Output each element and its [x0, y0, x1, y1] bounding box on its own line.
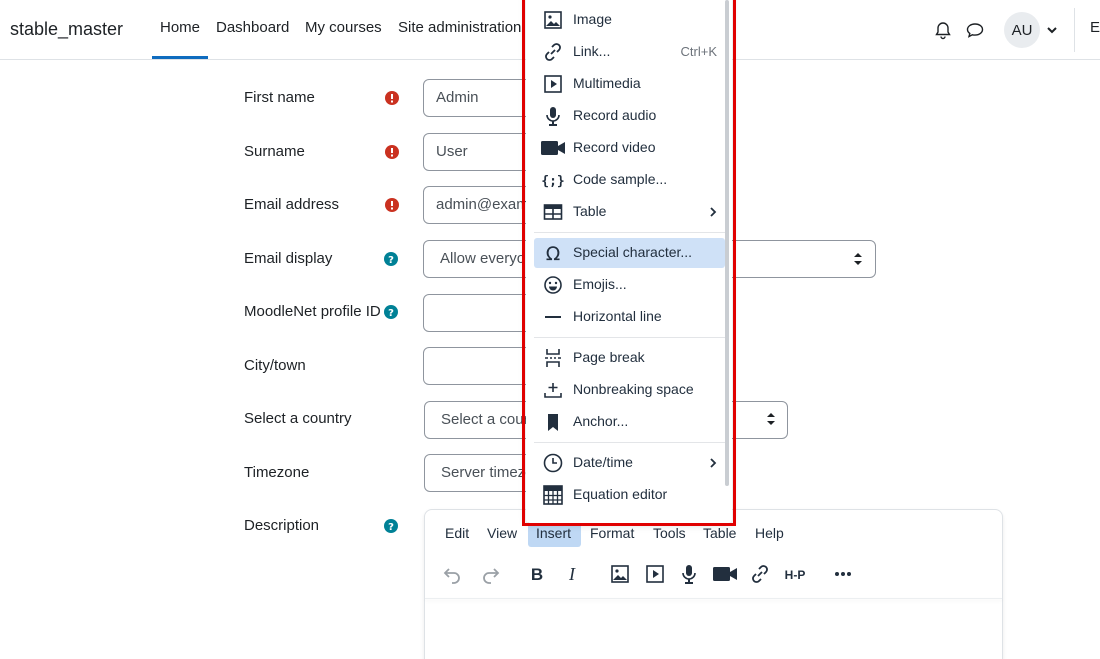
email-input[interactable]: admin@exam: [423, 186, 533, 224]
email-display-label: Email display: [244, 250, 333, 267]
country-label: Select a country: [244, 410, 352, 427]
editor-toolbar-divider: [425, 598, 1002, 599]
nav-home[interactable]: Home: [160, 19, 200, 36]
first-name-input[interactable]: Admin: [423, 79, 533, 117]
messages-icon[interactable]: [965, 20, 985, 40]
timezone-label: Timezone: [244, 464, 310, 481]
menubar-help[interactable]: Help: [755, 525, 784, 547]
video-camera-icon[interactable]: [712, 563, 738, 585]
svg-text:I: I: [568, 564, 576, 584]
moodlenet-input[interactable]: [423, 294, 533, 332]
svg-text:?: ?: [388, 308, 394, 319]
user-avatar[interactable]: AU: [1004, 12, 1040, 48]
nav-active-indicator: [152, 56, 208, 59]
select-arrows-icon: [854, 253, 862, 265]
undo-icon[interactable]: [442, 563, 464, 585]
media-icon[interactable]: [644, 563, 666, 585]
italic-icon[interactable]: I: [561, 563, 583, 585]
edit-mode-label[interactable]: E: [1090, 19, 1100, 36]
bold-icon[interactable]: B: [526, 563, 548, 585]
svg-text:H-P: H-P: [785, 568, 806, 582]
first-name-label: First name: [244, 89, 315, 106]
svg-text:?: ?: [388, 522, 394, 533]
link-icon[interactable]: [749, 563, 771, 585]
menubar-insert[interactable]: Insert: [536, 525, 571, 547]
email-label: Email address: [244, 196, 340, 213]
svg-text:B: B: [531, 565, 543, 584]
timezone-select[interactable]: Server timezo: [424, 454, 534, 492]
menubar-tools[interactable]: Tools: [653, 525, 686, 547]
help-icon[interactable]: ?: [384, 305, 398, 319]
site-brand[interactable]: stable_master: [10, 19, 123, 40]
nav-dashboard[interactable]: Dashboard: [216, 19, 289, 36]
image-icon[interactable]: [609, 563, 631, 585]
city-input[interactable]: [423, 347, 533, 385]
notification-bell-icon[interactable]: [933, 20, 953, 40]
surname-input[interactable]: User: [423, 133, 533, 171]
more-icon[interactable]: [832, 563, 854, 585]
microphone-icon[interactable]: [678, 563, 700, 585]
help-icon[interactable]: ?: [384, 252, 398, 266]
nav-site-administration[interactable]: Site administration: [398, 19, 521, 36]
select-arrows-icon: [767, 413, 775, 425]
help-icon[interactable]: ?: [384, 519, 398, 533]
menubar-edit[interactable]: Edit: [445, 525, 469, 547]
chevron-down-icon[interactable]: [1046, 24, 1058, 36]
nav-my-courses[interactable]: My courses: [305, 19, 382, 36]
h5p-icon[interactable]: H-P: [782, 563, 808, 585]
required-icon: [385, 198, 399, 212]
nav-divider: [1074, 8, 1075, 52]
required-icon: [385, 91, 399, 105]
surname-label: Surname: [244, 143, 305, 160]
menubar-format[interactable]: Format: [590, 525, 634, 547]
required-icon: [385, 145, 399, 159]
city-label: City/town: [244, 357, 306, 374]
svg-text:?: ?: [388, 255, 394, 266]
description-label: Description: [244, 517, 320, 534]
menubar-table[interactable]: Table: [703, 525, 736, 547]
moodlenet-label: MoodleNet profile ID: [244, 303, 381, 320]
highlight-outline: [522, 0, 736, 526]
menubar-view[interactable]: View: [487, 525, 517, 547]
redo-icon[interactable]: [479, 563, 501, 585]
